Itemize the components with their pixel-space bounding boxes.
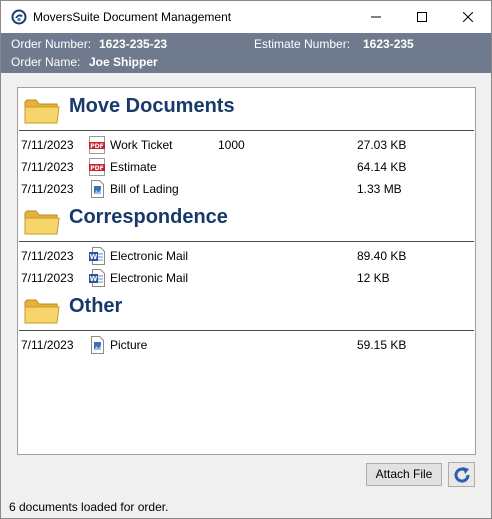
refresh-icon	[454, 466, 470, 483]
svg-text:PDF: PDF	[90, 165, 103, 172]
section-other[interactable]: Other	[22, 295, 474, 325]
order-info-header: Order Number: 1623-235-23 Estimate Numbe…	[1, 33, 491, 73]
pdf-icon: PDF	[89, 136, 105, 154]
document-number: 1000	[218, 138, 245, 152]
document-row[interactable]: 7/11/2023 Picture 59.15 KB	[18, 335, 475, 355]
document-name: Work Ticket	[110, 138, 173, 152]
document-name: Electronic Mail	[110, 249, 189, 263]
svg-text:W: W	[90, 253, 98, 261]
maximize-button[interactable]	[399, 1, 445, 33]
folder-icon	[24, 210, 60, 235]
folder-icon	[24, 299, 60, 324]
document-name: Bill of Lading	[110, 182, 179, 196]
attach-file-button[interactable]: Attach File	[366, 463, 442, 486]
document-name: Electronic Mail	[110, 271, 189, 285]
document-size: 1.33 MB	[357, 182, 402, 196]
pdf-icon: PDF	[89, 158, 105, 176]
document-name: Picture	[110, 338, 148, 352]
document-management-window: MoversSuite Document Management Order Nu…	[0, 0, 492, 519]
refresh-button[interactable]	[448, 462, 475, 487]
status-text: 6 documents loaded for order.	[9, 500, 169, 514]
maximize-icon	[417, 12, 427, 22]
order-number-value: 1623-235-23	[99, 37, 168, 51]
document-size: 27.03 KB	[357, 138, 407, 152]
section-divider	[19, 130, 474, 131]
order-name-value: Joe Shipper	[89, 55, 158, 69]
minimize-button[interactable]	[353, 1, 399, 33]
document-size: 12 KB	[357, 271, 390, 285]
document-name: Estimate	[110, 160, 157, 174]
document-row[interactable]: 7/11/2023 PDF Work Ticket 1000 27.03 KB	[18, 135, 475, 155]
section-move-documents[interactable]: Move Documents	[22, 95, 474, 125]
moverssuite-logo-icon	[11, 9, 27, 25]
document-date: 7/11/2023	[21, 249, 74, 263]
document-row[interactable]: 7/11/2023 Bill of Lading 1.33 MB	[18, 179, 475, 199]
document-date: 7/11/2023	[21, 271, 74, 285]
document-date: 7/11/2023	[21, 182, 74, 196]
window-title: MoversSuite Document Management	[33, 10, 232, 24]
section-divider	[19, 241, 474, 242]
word-doc-icon: W	[89, 247, 105, 265]
svg-text:PDF: PDF	[90, 143, 103, 150]
close-button[interactable]	[445, 1, 491, 33]
section-correspondence[interactable]: Correspondence	[22, 206, 474, 236]
document-date: 7/11/2023	[21, 338, 74, 352]
document-row[interactable]: 7/11/2023 W Electronic Mail 89.40 KB	[18, 246, 475, 266]
document-list-panel[interactable]: Move Documents 7/11/2023 PDF Work Ticket…	[17, 87, 476, 455]
section-title: Move Documents	[69, 95, 235, 117]
document-row[interactable]: 7/11/2023 PDF Estimate 64.14 KB	[18, 157, 475, 177]
section-divider	[19, 330, 474, 331]
section-title: Other	[69, 295, 123, 317]
word-doc-icon: W	[89, 269, 105, 287]
document-date: 7/11/2023	[21, 160, 74, 174]
folder-icon	[24, 99, 60, 124]
document-row[interactable]: 7/11/2023 W Electronic Mail 12 KB	[18, 268, 475, 288]
section-title: Correspondence	[69, 206, 228, 228]
document-size: 64.14 KB	[357, 160, 407, 174]
status-bar: 6 documents loaded for order.	[1, 495, 491, 518]
title-bar[interactable]: MoversSuite Document Management	[1, 1, 491, 33]
minimize-icon	[371, 16, 381, 18]
estimate-number-label: Estimate Number:	[254, 37, 351, 51]
document-size: 59.15 KB	[357, 338, 407, 352]
estimate-number-value: 1623-235	[363, 37, 414, 51]
image-file-icon	[91, 180, 104, 198]
document-size: 89.40 KB	[357, 249, 407, 263]
order-name-label: Order Name:	[11, 55, 81, 69]
svg-text:W: W	[90, 275, 98, 283]
order-number-label: Order Number:	[11, 37, 92, 51]
image-file-icon	[91, 336, 104, 354]
close-icon	[463, 12, 473, 22]
document-date: 7/11/2023	[21, 138, 74, 152]
